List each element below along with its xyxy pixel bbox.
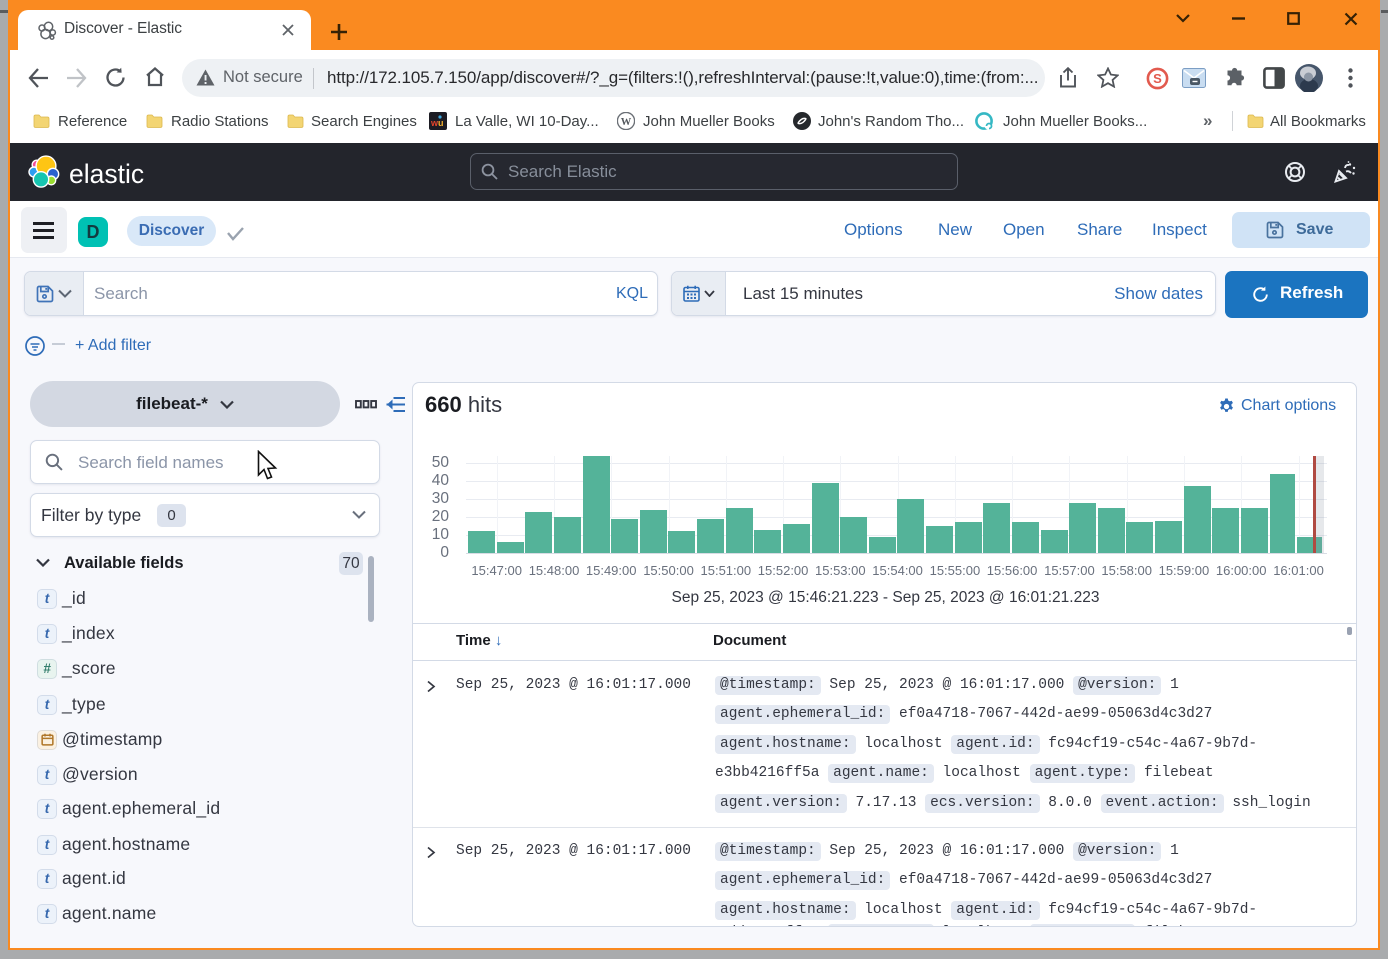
svg-text:u: u (438, 118, 444, 128)
svg-text:W: W (621, 117, 632, 128)
svg-text:S: S (1153, 71, 1162, 86)
